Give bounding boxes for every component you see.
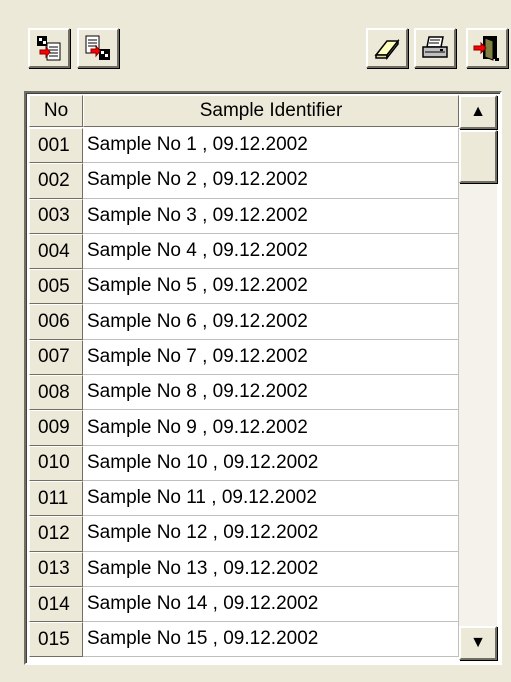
sample-identifier-cell[interactable]: Sample No 12 , 09.12.2002 <box>83 516 459 552</box>
sample-identifier-cell[interactable]: Sample No 1 , 09.12.2002 <box>83 128 459 164</box>
table-row[interactable]: 005 Sample No 5 , 09.12.2002 <box>29 269 459 305</box>
vertical-scrollbar[interactable]: ▲ ▼ <box>459 95 497 660</box>
arrow-down-icon: ▼ <box>470 634 486 651</box>
table-row[interactable]: 015 Sample No 15 , 09.12.2002 <box>29 622 459 658</box>
table-row[interactable]: 014 Sample No 14 , 09.12.2002 <box>29 586 459 623</box>
row-number-cell[interactable]: 015 <box>29 622 83 658</box>
row-number-cell[interactable]: 014 <box>29 586 83 623</box>
table-row[interactable]: 004 Sample No 4 , 09.12.2002 <box>29 233 459 270</box>
sample-identifier-cell[interactable]: Sample No 3 , 09.12.2002 <box>83 198 459 234</box>
sample-identifier-cell[interactable]: Sample No 8 , 09.12.2002 <box>83 375 459 411</box>
sample-identifier-cell[interactable]: Sample No 6 , 09.12.2002 <box>83 304 459 340</box>
row-number-cell[interactable]: 001 <box>29 128 83 164</box>
eraser-icon <box>374 38 400 61</box>
table-row[interactable]: 011 Sample No 11 , 09.12.2002 <box>29 480 459 517</box>
table-row[interactable]: 010 Sample No 10 , 09.12.2002 <box>29 445 459 481</box>
sample-identifier-cell[interactable]: Sample No 11 , 09.12.2002 <box>83 480 459 517</box>
import-button[interactable] <box>28 28 70 68</box>
scroll-up-button[interactable]: ▲ <box>459 95 497 129</box>
sample-identifier-cell[interactable]: Sample No 7 , 09.12.2002 <box>83 339 459 376</box>
grid-rows: 001 Sample No 1 , 09.12.2002 002 Sample No … <box>29 128 459 658</box>
row-number-cell[interactable]: 009 <box>29 410 83 446</box>
exit-button[interactable] <box>466 28 508 68</box>
row-number-cell[interactable]: 012 <box>29 516 83 552</box>
column-header-sample-identifier[interactable]: Sample Identifier <box>83 95 459 127</box>
toolbar <box>0 0 511 80</box>
table-row[interactable]: 008 Sample No 8 , 09.12.2002 <box>29 375 459 411</box>
sample-grid[interactable]: No Sample Identifier 001 Sample No 1 , 09… <box>24 91 502 665</box>
printer-icon <box>422 36 448 58</box>
sample-identifier-cell[interactable]: Sample No 13 , 09.12.2002 <box>83 551 459 587</box>
row-number-cell[interactable]: 006 <box>29 304 83 340</box>
table-row[interactable]: 003 Sample No 3 , 09.12.2002 <box>29 198 459 234</box>
row-number-cell[interactable]: 003 <box>29 198 83 234</box>
sample-identifier-cell[interactable]: Sample No 9 , 09.12.2002 <box>83 410 459 446</box>
sample-identifier-cell[interactable]: Sample No 4 , 09.12.2002 <box>83 233 459 270</box>
row-number-cell[interactable]: 004 <box>29 233 83 270</box>
table-row[interactable]: 009 Sample No 9 , 09.12.2002 <box>29 410 459 446</box>
table-row[interactable]: 002 Sample No 2 , 09.12.2002 <box>29 163 459 199</box>
row-number-cell[interactable]: 005 <box>29 269 83 305</box>
export-icon <box>85 35 110 60</box>
column-header-no[interactable]: No <box>29 95 83 127</box>
row-number-cell[interactable]: 007 <box>29 339 83 376</box>
sample-identifier-cell[interactable]: Sample No 2 , 09.12.2002 <box>83 163 459 199</box>
arrow-up-icon: ▲ <box>470 103 486 120</box>
table-row[interactable]: 006 Sample No 6 , 09.12.2002 <box>29 304 459 340</box>
clear-button[interactable] <box>366 28 408 68</box>
table-row[interactable]: 013 Sample No 13 , 09.12.2002 <box>29 551 459 587</box>
row-number-cell[interactable]: 002 <box>29 163 83 199</box>
row-number-cell[interactable]: 008 <box>29 375 83 411</box>
sample-identifier-cell[interactable]: Sample No 5 , 09.12.2002 <box>83 269 459 305</box>
row-number-cell[interactable]: 013 <box>29 551 83 587</box>
table-row[interactable]: 001 Sample No 1 , 09.12.2002 <box>29 128 459 164</box>
row-number-cell[interactable]: 011 <box>29 480 83 517</box>
import-icon <box>37 36 61 61</box>
row-number-cell[interactable]: 010 <box>29 445 83 481</box>
export-button[interactable] <box>77 28 119 68</box>
grid-header: No Sample Identifier <box>29 95 459 127</box>
table-row[interactable]: 012 Sample No 12 , 09.12.2002 <box>29 516 459 552</box>
scroll-thumb[interactable] <box>459 130 497 183</box>
sample-identifier-cell[interactable]: Sample No 10 , 09.12.2002 <box>83 445 459 481</box>
sample-identifier-cell[interactable]: Sample No 15 , 09.12.2002 <box>83 622 459 658</box>
print-button[interactable] <box>414 28 456 68</box>
scroll-down-button[interactable]: ▼ <box>459 626 497 660</box>
exit-door-icon <box>473 36 499 61</box>
table-row[interactable]: 007 Sample No 7 , 09.12.2002 <box>29 339 459 376</box>
sample-identifier-cell[interactable]: Sample No 14 , 09.12.2002 <box>83 586 459 623</box>
